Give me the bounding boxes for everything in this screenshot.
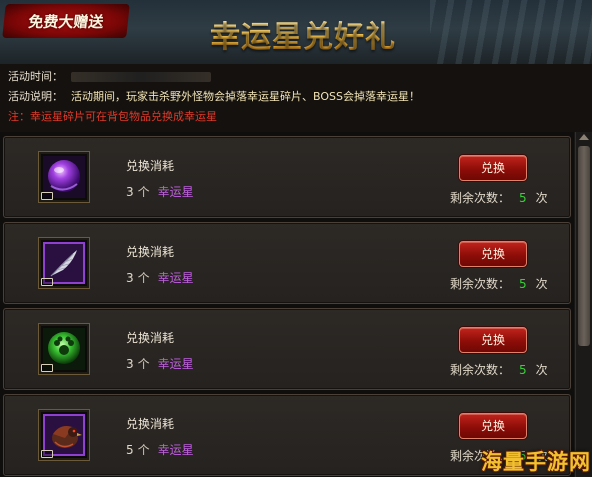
site-watermark: 海量手游网 xyxy=(481,449,591,474)
event-desc-text: 活动期间，玩家击杀野外怪物会掉落幸运星碎片、BOSS会掉落幸运星！ xyxy=(71,90,420,103)
event-desc-label: 活动说明： xyxy=(8,90,63,103)
cost-amount: 3 个幸运星 xyxy=(126,185,194,199)
exchange-button[interactable]: 兑换 xyxy=(459,327,527,353)
cost-amount: 5 个幸运星 xyxy=(126,443,194,457)
bound-item-icon xyxy=(41,278,53,286)
exchange-list: 兑换消耗 3 个幸运星 兑换 剩余次数： 5 次 兑换消耗 3 个幸运星 兑换 … xyxy=(0,132,574,477)
reward-slot[interactable] xyxy=(38,151,90,203)
event-banner: 免费大赠送 幸运星兑好礼 xyxy=(0,0,592,64)
cost-label: 兑换消耗 xyxy=(126,417,175,431)
cost-label: 兑换消耗 xyxy=(126,159,175,173)
event-info: 活动时间： 活动说明： 活动期间，玩家击杀野外怪物会掉落幸运星碎片、BOSS会掉落… xyxy=(0,64,592,132)
cost-label: 兑换消耗 xyxy=(126,331,175,345)
free-gift-badge: 免费大赠送 xyxy=(2,4,130,38)
event-time-label: 活动时间： xyxy=(8,70,63,83)
remaining-count: 剩余次数： 5 次 xyxy=(450,363,548,377)
cost-amount: 3 个幸运星 xyxy=(126,271,194,285)
remaining-count: 剩余次数： 5 次 xyxy=(450,191,548,205)
exchange-button[interactable]: 兑换 xyxy=(459,241,527,267)
exchange-button[interactable]: 兑换 xyxy=(459,413,527,439)
exchange-button[interactable]: 兑换 xyxy=(459,155,527,181)
event-note: 注：幸运星碎片可在背包物品兑换成幸运星 xyxy=(8,110,217,123)
event-time-line: 活动时间： xyxy=(8,67,211,87)
cost-label: 兑换消耗 xyxy=(126,245,175,259)
exchange-row: 兑换消耗 3 个幸运星 兑换 剩余次数： 5 次 xyxy=(3,308,571,390)
cost-amount: 3 个幸运星 xyxy=(126,357,194,371)
exchange-row: 兑换消耗 3 个幸运星 兑换 剩余次数： 5 次 xyxy=(3,222,571,304)
event-desc-line: 活动说明： 活动期间，玩家击杀野外怪物会掉落幸运星碎片、BOSS会掉落幸运星！ xyxy=(8,87,420,107)
scroll-up-icon[interactable] xyxy=(579,134,589,140)
exchange-row: 兑换消耗 3 个幸运星 兑换 剩余次数： 5 次 xyxy=(3,136,571,218)
reward-slot[interactable] xyxy=(38,409,90,461)
redacted-time xyxy=(71,72,211,82)
reward-slot[interactable] xyxy=(38,237,90,289)
bound-item-icon xyxy=(41,192,53,200)
bound-item-icon xyxy=(41,364,53,372)
remaining-count: 剩余次数： 5 次 xyxy=(450,277,548,291)
banner-title: 幸运星兑好礼 xyxy=(210,12,396,56)
scroll-thumb[interactable] xyxy=(578,146,590,346)
reward-slot[interactable] xyxy=(38,323,90,375)
list-scrollbar[interactable] xyxy=(575,132,592,477)
bound-item-icon xyxy=(41,450,53,458)
